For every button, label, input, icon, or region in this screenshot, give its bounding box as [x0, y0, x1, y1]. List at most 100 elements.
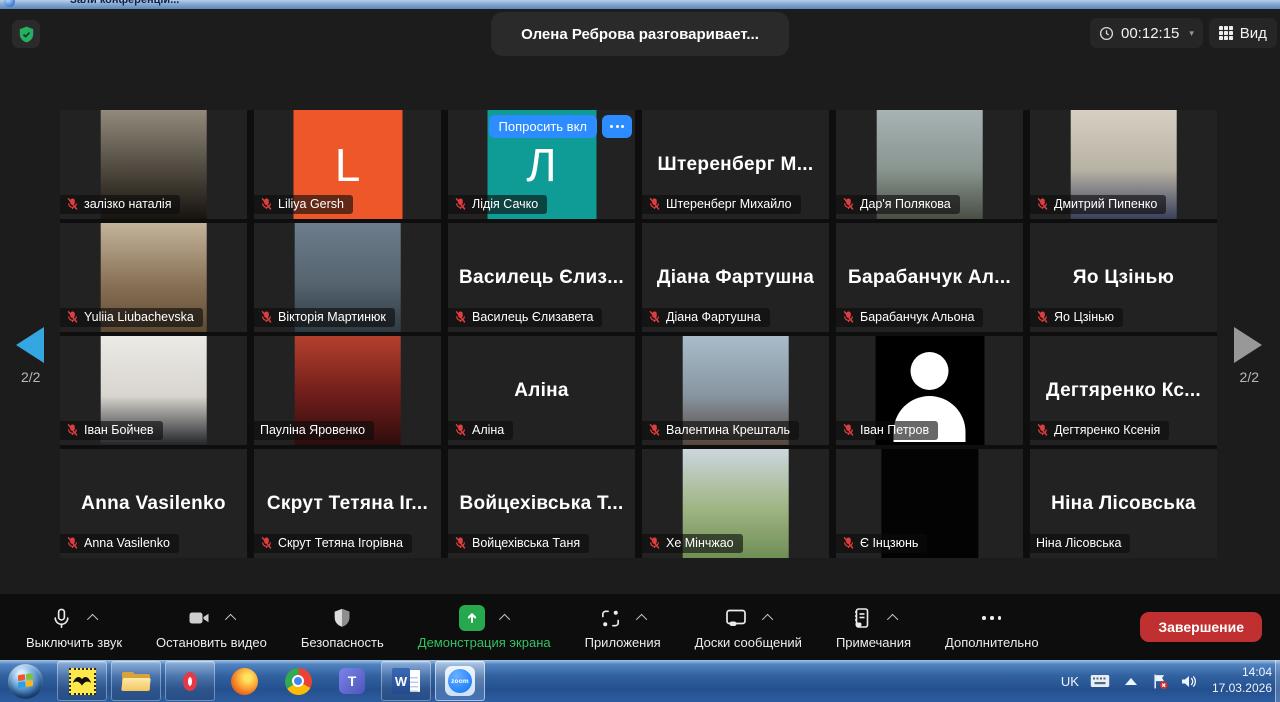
participant-tile[interactable]: Яо Цзінью Яо Цзінью — [1030, 223, 1217, 332]
notes-options-caret[interactable] — [887, 614, 898, 625]
participant-name-label: Діана Фартушна — [642, 308, 770, 327]
participant-tile[interactable]: залізко наталія — [60, 110, 247, 219]
more-button[interactable]: Дополнительно — [945, 604, 1039, 650]
participant-tile[interactable]: Л Лідія Сачко Попросить вкл — [448, 110, 635, 219]
taskbar-the-bat-mail-icon[interactable] — [57, 661, 107, 701]
taskbar-firefox-icon[interactable] — [219, 661, 269, 701]
share-options-caret[interactable] — [499, 614, 510, 625]
participant-tile[interactable]: Anna Vasilenko Anna Vasilenko — [60, 449, 247, 558]
participant-name-label: Є Інцзюнь — [836, 534, 927, 553]
meeting-toolbar: Выключить звук Остановить видео Безопасн… — [0, 594, 1280, 660]
muted-mic-icon — [260, 197, 273, 211]
language-indicator[interactable]: UK — [1061, 674, 1079, 689]
participant-name: Є Інцзюнь — [860, 536, 918, 550]
muted-mic-icon — [648, 536, 661, 550]
previous-page-arrow[interactable] — [16, 327, 44, 363]
participant-tile[interactable]: Валентина Крешталь — [642, 336, 829, 445]
participant-name: Дегтяренко Ксенія — [1054, 423, 1160, 437]
whiteboards-button[interactable]: Доски сообщений — [695, 604, 802, 650]
participant-name-label: Дар'я Полякова — [836, 195, 960, 214]
participant-tile[interactable]: Ніна Лісовська Ніна Лісовська — [1030, 449, 1217, 558]
apps-options-caret[interactable] — [636, 614, 647, 625]
ellipsis-icon — [982, 616, 1001, 620]
whiteboard-icon — [724, 606, 748, 630]
participant-tile[interactable]: L Liliya Gersh — [254, 110, 441, 219]
participant-tile[interactable]: Є Інцзюнь — [836, 449, 1023, 558]
taskbar-file-explorer-icon[interactable] — [111, 661, 161, 701]
participant-tile[interactable]: Скрут Тетяна Іг... Скрут Тетяна Ігорівна — [254, 449, 441, 558]
security-button[interactable]: Безопасность — [301, 604, 384, 650]
tile-more-button[interactable] — [602, 115, 632, 138]
participant-name: Іван Бойчев — [84, 423, 154, 437]
notes-button[interactable]: Примечания — [836, 604, 911, 650]
keyboard-icon[interactable] — [1090, 674, 1110, 688]
participant-name-label: залізко наталія — [60, 195, 180, 214]
window-title: Зали конференцій... — [70, 0, 179, 6]
muted-mic-icon — [842, 310, 855, 324]
ask-to-unmute-button[interactable]: Попросить вкл — [489, 115, 598, 138]
show-desktop-button[interactable] — [1275, 660, 1280, 702]
the-bat-icon — [69, 668, 96, 695]
participant-name: Іван Петров — [860, 423, 929, 437]
muted-mic-icon — [66, 310, 79, 324]
mute-button[interactable]: Выключить звук — [26, 604, 122, 650]
participant-name: Ніна Лісовська — [1036, 536, 1121, 550]
participant-tile[interactable]: Хе Мінчжао — [642, 449, 829, 558]
end-meeting-button[interactable]: Завершение — [1140, 612, 1262, 642]
flag-error-icon[interactable] — [1152, 673, 1169, 690]
participant-tile[interactable]: Іван Петров — [836, 336, 1023, 445]
taskbar-zoom-icon[interactable]: zoom — [435, 661, 485, 701]
mute-options-caret[interactable] — [87, 614, 98, 625]
participant-tile[interactable]: Діана Фартушна Діана Фартушна — [642, 223, 829, 332]
taskbar-chrome-icon[interactable] — [273, 661, 323, 701]
participant-tile[interactable]: Дар'я Полякова — [836, 110, 1023, 219]
participant-tile[interactable]: Барабанчук Ал... Барабанчук Альона — [836, 223, 1023, 332]
muted-mic-icon — [1036, 423, 1049, 437]
speaker-icon[interactable] — [1180, 673, 1197, 690]
stop-video-button[interactable]: Остановить видео — [156, 604, 267, 650]
participant-tile[interactable]: Василець Єлиз... Василець Єлизавета — [448, 223, 635, 332]
microphone-icon — [50, 607, 73, 630]
participant-tile[interactable]: Пауліна Яровенко — [254, 336, 441, 445]
firefox-icon — [231, 668, 258, 695]
shield-check-icon — [17, 25, 36, 44]
muted-mic-icon — [454, 423, 467, 437]
taskbar-word-icon[interactable]: W — [381, 661, 431, 701]
meeting-timer[interactable]: 00:12:15 ▾ — [1090, 18, 1203, 48]
participant-name-label: Яо Цзінью — [1030, 308, 1123, 327]
participant-name-label: Василець Єлизавета — [448, 308, 602, 327]
taskbar-clock[interactable]: 14:04 17.03.2026 — [1212, 665, 1272, 696]
participant-name: Anna Vasilenko — [84, 536, 170, 550]
participant-name-label: Anna Vasilenko — [60, 534, 179, 553]
participant-tile[interactable]: Штеренберг М... Штеренберг Михайло — [642, 110, 829, 219]
participant-name-label: Іван Петров — [836, 421, 938, 440]
participant-name: Яо Цзінью — [1054, 310, 1114, 324]
clock-time: 14:04 — [1212, 665, 1272, 681]
timer-dropdown-caret[interactable]: ▾ — [1189, 28, 1194, 39]
hidden-icons-chevron[interactable] — [1125, 678, 1137, 685]
participant-name: Василець Єлизавета — [472, 310, 593, 324]
participant-tile[interactable]: Дмитрий Пипенко — [1030, 110, 1217, 219]
whiteboards-options-caret[interactable] — [762, 614, 773, 625]
windows-start-button[interactable] — [8, 664, 43, 699]
folder-icon — [122, 670, 150, 692]
video-options-caret[interactable] — [225, 614, 236, 625]
participant-tile[interactable]: Дегтяренко Кс... Дегтяренко Ксенія — [1030, 336, 1217, 445]
muted-mic-icon — [260, 310, 273, 324]
page-indicator-right: 2/2 — [1240, 369, 1259, 385]
taskbar-opera-icon[interactable] — [165, 661, 215, 701]
share-screen-button[interactable]: Демонстрация экрана — [418, 604, 551, 650]
participant-name-label: Штеренберг Михайло — [642, 195, 801, 214]
participant-tile[interactable]: Yuliia Liubachevska — [60, 223, 247, 332]
view-button[interactable]: Вид — [1209, 18, 1277, 48]
apps-button[interactable]: Приложения — [585, 604, 661, 650]
taskbar-teams-icon[interactable]: T — [327, 661, 377, 701]
next-page-arrow[interactable] — [1234, 327, 1262, 363]
participant-tile[interactable]: Вікторія Мартинюк — [254, 223, 441, 332]
participant-name-label: Yuliia Liubachevska — [60, 308, 203, 327]
muted-mic-icon — [66, 536, 79, 550]
participant-tile[interactable]: Войцехівська Т... Войцехівська Таня — [448, 449, 635, 558]
participant-tile[interactable]: Аліна Аліна — [448, 336, 635, 445]
participant-tile[interactable]: Іван Бойчев — [60, 336, 247, 445]
security-badge-button[interactable] — [12, 20, 40, 48]
